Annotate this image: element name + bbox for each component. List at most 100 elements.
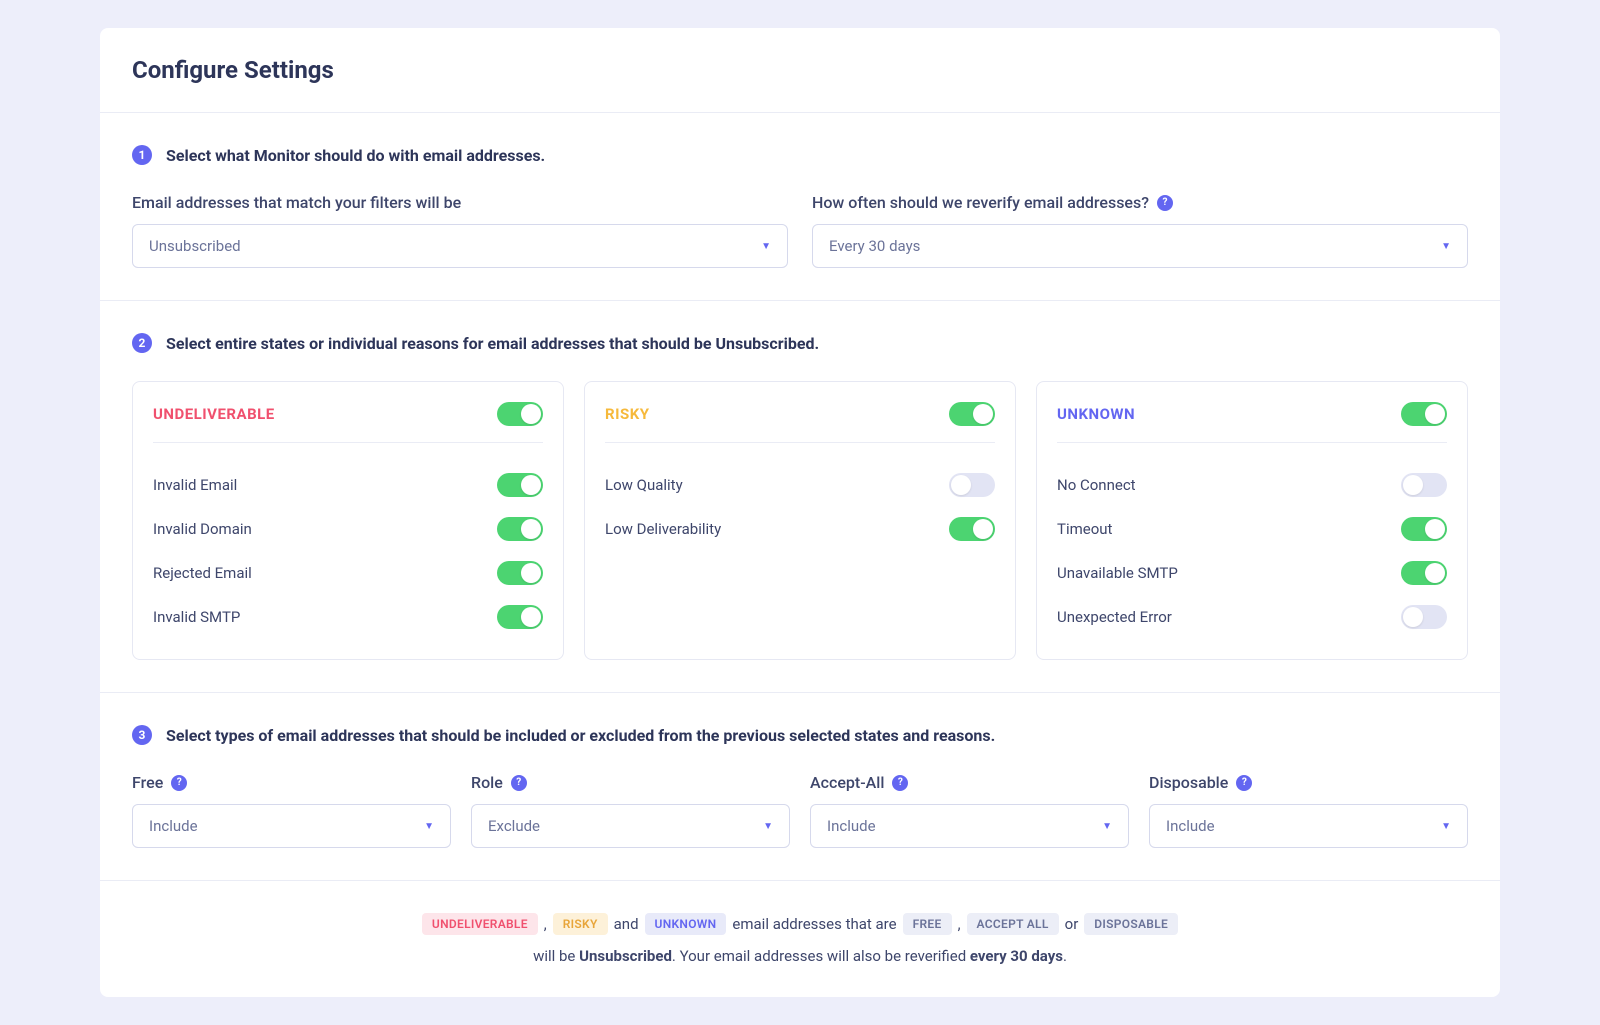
chevron-down-icon: ▼ bbox=[424, 821, 434, 832]
reason-row: Rejected Email bbox=[153, 551, 543, 595]
reason-row: No Connect bbox=[1057, 463, 1447, 507]
toggle-reason[interactable] bbox=[497, 561, 543, 585]
toggle-reason[interactable] bbox=[949, 473, 995, 497]
help-icon[interactable]: ? bbox=[171, 775, 187, 791]
help-icon[interactable]: ? bbox=[511, 775, 527, 791]
chevron-down-icon: ▼ bbox=[1441, 821, 1451, 832]
help-icon[interactable]: ? bbox=[1157, 195, 1173, 211]
state-card-header: UNKNOWN bbox=[1057, 402, 1447, 443]
toggle-reason[interactable] bbox=[1401, 605, 1447, 629]
toggle-reason[interactable] bbox=[1401, 517, 1447, 541]
state-title: UNDELIVERABLE bbox=[153, 405, 275, 423]
toggle-knob bbox=[521, 475, 541, 495]
field-label: Email addresses that match your filters … bbox=[132, 193, 788, 212]
step-number-badge: 2 bbox=[132, 333, 152, 353]
state-title: UNKNOWN bbox=[1057, 405, 1135, 423]
field-label: Accept-All? bbox=[810, 773, 1129, 792]
toggle-knob bbox=[973, 519, 993, 539]
summary-tag: DISPOSABLE bbox=[1084, 913, 1178, 935]
step-header-3: 3 Select types of email addresses that s… bbox=[132, 725, 1468, 745]
state-card-header: RISKY bbox=[605, 402, 995, 443]
select-value: Unsubscribed bbox=[149, 237, 241, 255]
summary: UNDELIVERABLE,RISKYandUNKNOWNemail addre… bbox=[100, 881, 1500, 997]
select-reverify-interval[interactable]: Every 30 days ▼ bbox=[812, 224, 1468, 268]
field-type-disposable: Disposable? Include ▼ bbox=[1149, 773, 1468, 848]
toggle-knob bbox=[521, 404, 541, 424]
state-title: RISKY bbox=[605, 405, 650, 423]
select-value: Exclude bbox=[488, 817, 540, 835]
toggle-reason[interactable] bbox=[1401, 561, 1447, 585]
reason-row: Unavailable SMTP bbox=[1057, 551, 1447, 595]
card-header: Configure Settings bbox=[100, 28, 1500, 113]
page-title: Configure Settings bbox=[132, 56, 1468, 84]
toggle-reason[interactable] bbox=[1401, 473, 1447, 497]
toggle-knob bbox=[1425, 563, 1445, 583]
toggle-knob bbox=[1425, 519, 1445, 539]
toggle-knob bbox=[1403, 607, 1423, 627]
select-filter-action[interactable]: Unsubscribed ▼ bbox=[132, 224, 788, 268]
chevron-down-icon: ▼ bbox=[1102, 821, 1112, 832]
reason-label: No Connect bbox=[1057, 476, 1136, 494]
step-title: Select entire states or individual reaso… bbox=[166, 334, 819, 353]
toggle-knob bbox=[521, 563, 541, 583]
field-type-accept-all: Accept-All? Include ▼ bbox=[810, 773, 1129, 848]
summary-tag: FREE bbox=[903, 913, 952, 935]
field-label: Role? bbox=[471, 773, 790, 792]
reason-label: Timeout bbox=[1057, 520, 1112, 538]
summary-text: and bbox=[614, 915, 639, 933]
reason-row: Low Quality bbox=[605, 463, 995, 507]
reason-row: Unexpected Error bbox=[1057, 595, 1447, 639]
summary-text: or bbox=[1065, 915, 1079, 933]
reason-label: Invalid Email bbox=[153, 476, 237, 494]
step-number-badge: 1 bbox=[132, 145, 152, 165]
toggle-state-unknown[interactable] bbox=[1401, 402, 1447, 426]
select-value: Include bbox=[149, 817, 198, 835]
reason-label: Invalid SMTP bbox=[153, 608, 240, 626]
summary-text: , bbox=[544, 915, 547, 933]
select-type-disposable[interactable]: Include ▼ bbox=[1149, 804, 1468, 848]
chevron-down-icon: ▼ bbox=[1441, 241, 1451, 252]
reason-label: Rejected Email bbox=[153, 564, 252, 582]
select-value: Every 30 days bbox=[829, 237, 920, 255]
toggle-state-risky[interactable] bbox=[949, 402, 995, 426]
summary-tag: UNKNOWN bbox=[645, 913, 727, 935]
summary-line-2: will be Unsubscribed. Your email address… bbox=[132, 947, 1468, 965]
select-type-free[interactable]: Include ▼ bbox=[132, 804, 451, 848]
select-type-accept-all[interactable]: Include ▼ bbox=[810, 804, 1129, 848]
toggle-knob bbox=[521, 607, 541, 627]
help-icon[interactable]: ? bbox=[1236, 775, 1252, 791]
step-header-2: 2 Select entire states or individual rea… bbox=[132, 333, 1468, 353]
reason-row: Low Deliverability bbox=[605, 507, 995, 551]
reason-label: Low Quality bbox=[605, 476, 683, 494]
toggle-reason[interactable] bbox=[497, 605, 543, 629]
select-type-role[interactable]: Exclude ▼ bbox=[471, 804, 790, 848]
step-title: Select types of email addresses that sho… bbox=[166, 726, 995, 745]
field-filter-action: Email addresses that match your filters … bbox=[132, 193, 788, 268]
field-label: Disposable? bbox=[1149, 773, 1468, 792]
help-icon[interactable]: ? bbox=[892, 775, 908, 791]
state-grid: UNDELIVERABLE Invalid Email Invalid Domain… bbox=[132, 381, 1468, 660]
state-card-risky: RISKY Low Quality Low Deliverability bbox=[584, 381, 1016, 660]
step-title: Select what Monitor should do with email… bbox=[166, 146, 545, 165]
toggle-state-undeliverable[interactable] bbox=[497, 402, 543, 426]
reason-row: Timeout bbox=[1057, 507, 1447, 551]
summary-line-1: UNDELIVERABLE,RISKYandUNKNOWNemail addre… bbox=[132, 913, 1468, 935]
toggle-knob bbox=[1403, 475, 1423, 495]
reason-label: Unexpected Error bbox=[1057, 608, 1172, 626]
toggle-reason[interactable] bbox=[949, 517, 995, 541]
chevron-down-icon: ▼ bbox=[763, 821, 773, 832]
toggle-reason[interactable] bbox=[497, 473, 543, 497]
summary-text: email addresses that are bbox=[732, 915, 896, 933]
select-value: Include bbox=[1166, 817, 1215, 835]
toggle-reason[interactable] bbox=[497, 517, 543, 541]
step-header-1: 1 Select what Monitor should do with ema… bbox=[132, 145, 1468, 165]
toggle-knob bbox=[521, 519, 541, 539]
select-value: Include bbox=[827, 817, 876, 835]
toggle-knob bbox=[951, 475, 971, 495]
chevron-down-icon: ▼ bbox=[761, 241, 771, 252]
summary-tag: UNDELIVERABLE bbox=[422, 913, 538, 935]
state-card-header: UNDELIVERABLE bbox=[153, 402, 543, 443]
reason-row: Invalid Domain bbox=[153, 507, 543, 551]
reason-row: Invalid Email bbox=[153, 463, 543, 507]
state-card-unknown: UNKNOWN No Connect Timeout Unavailable SMTP… bbox=[1036, 381, 1468, 660]
